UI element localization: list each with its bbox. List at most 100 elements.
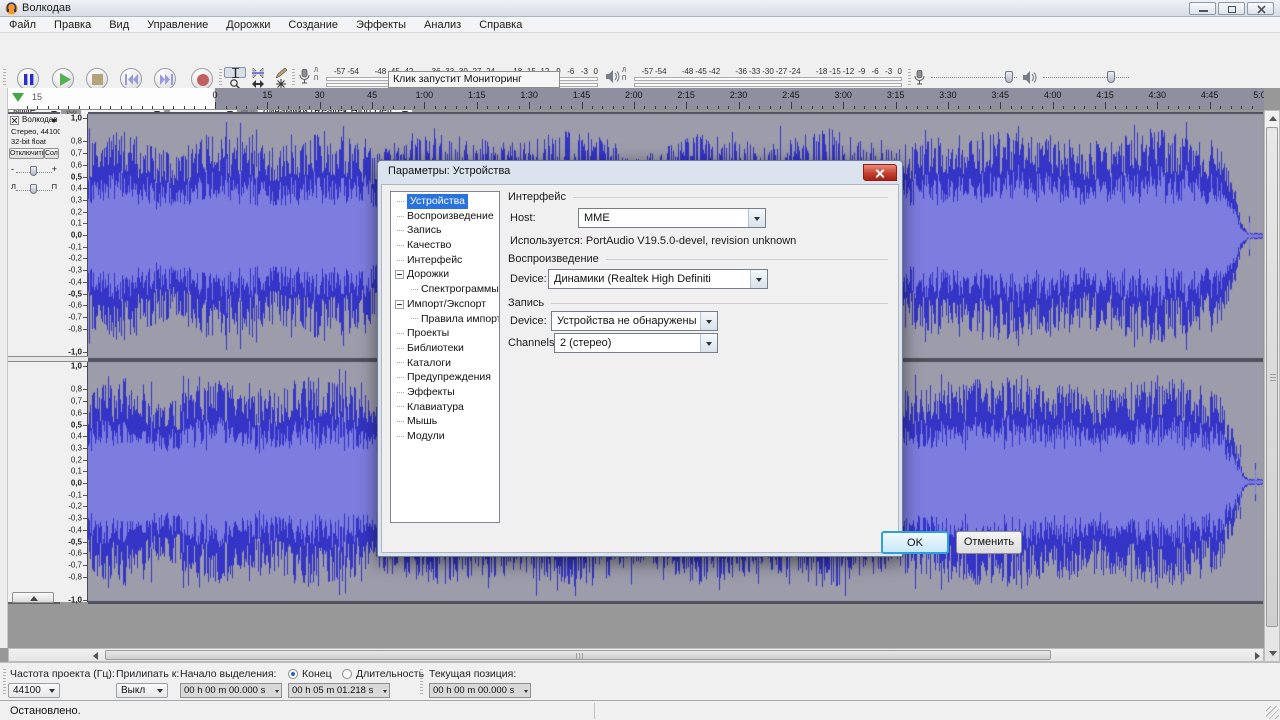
prefs-tree-item-16[interactable]: Модули	[391, 429, 499, 444]
selection-start-field[interactable]: 00 h 00 m 00.000 s	[180, 683, 282, 698]
maximize-button[interactable]	[1218, 2, 1245, 15]
scroll-right-icon[interactable]	[1255, 652, 1260, 660]
cancel-button[interactable]: Отменить	[956, 531, 1022, 554]
prefs-tree-item-9[interactable]: Проекты	[391, 326, 499, 341]
scroll-up-icon[interactable]	[1269, 116, 1277, 121]
playback-volume-slider[interactable]	[1041, 68, 1131, 86]
envelope-tool-button[interactable]	[247, 67, 269, 78]
resize-grip-icon[interactable]	[1266, 706, 1279, 719]
host-dropdown[interactable]: MME	[578, 208, 766, 228]
pause-button[interactable]	[17, 68, 39, 90]
scroll-left-icon[interactable]	[93, 652, 98, 660]
dialog-close-button[interactable]	[863, 164, 897, 181]
recording-device-dropdown[interactable]: Устройства не обнаружены	[551, 311, 718, 331]
menu-item-1[interactable]: Правка	[45, 19, 100, 31]
tree-expander-icon[interactable]	[395, 300, 404, 309]
selection-tool-button[interactable]	[224, 67, 246, 78]
draw-tool-button[interactable]	[270, 67, 292, 78]
track-menu-arrow-icon[interactable]	[51, 119, 57, 123]
vertical-scrollbar-thumb[interactable]	[1266, 127, 1278, 627]
prefs-tree-item-11[interactable]: Каталоги	[391, 356, 499, 371]
playback-meter[interactable]: Л П -57-54-48-45-42-36-33-30-27-24-18-15…	[604, 66, 906, 89]
menu-item-3[interactable]: Управление	[138, 19, 217, 31]
slider-thumb[interactable]	[30, 184, 37, 194]
prefs-tree-item-10[interactable]: Библиотеки	[391, 341, 499, 356]
position-section-grip[interactable]	[420, 669, 423, 695]
tools-toolbar-grip[interactable]	[219, 69, 222, 87]
menu-item-2[interactable]: Вид	[100, 19, 138, 31]
skip-to-start-button[interactable]	[120, 68, 142, 90]
vertical-ruler-right-channel[interactable]: 1,00,80,70,60,50,40,30,20,10,0-0,1-0,2-0…	[60, 362, 88, 602]
horizontal-scrollbar-thumb[interactable]	[105, 650, 1051, 660]
skip-to-end-button[interactable]	[154, 68, 176, 90]
tree-expander-icon[interactable]	[395, 270, 404, 279]
selection-end-field[interactable]: 00 h 05 m 01.218 s	[288, 683, 390, 698]
prefs-tree-item-0[interactable]: Устройства	[391, 194, 499, 209]
menu-item-8[interactable]: Справка	[470, 19, 531, 31]
prefs-tree-item-6[interactable]: Спектрограммы	[391, 282, 499, 297]
timeline-ruler[interactable]: 15 01530451:001:151:301:452:002:152:302:…	[8, 88, 1264, 110]
audacity-logo-icon	[5, 2, 18, 15]
vertical-ruler-label: -0,7	[68, 560, 82, 569]
vertical-scrollbar[interactable]	[1264, 110, 1280, 662]
ok-button[interactable]: OK	[881, 531, 949, 554]
prefs-tree-item-7[interactable]: Импорт/Экспорт	[391, 297, 499, 312]
prefs-tree-item-8[interactable]: Правила импорта	[391, 312, 499, 327]
menu-item-6[interactable]: Эффекты	[347, 19, 415, 31]
selection-end-radio[interactable]	[288, 669, 298, 679]
timeline-tick	[372, 102, 373, 109]
prefs-tree-item-15[interactable]: Мышь	[391, 414, 499, 429]
dropdown-button[interactable]	[750, 270, 767, 288]
current-position-field[interactable]: 00 h 00 m 00.000 s	[429, 683, 531, 698]
recording-channels-dropdown[interactable]: 2 (стерео)	[554, 333, 718, 353]
timeline-tick	[236, 106, 237, 109]
selection-toolbar-grip[interactable]	[3, 669, 6, 695]
close-button[interactable]	[1247, 2, 1274, 15]
slider-thumb[interactable]	[1107, 71, 1115, 83]
prefs-tree-item-4[interactable]: Интерфейс	[391, 253, 499, 268]
track-collapse-button[interactable]	[12, 592, 54, 603]
scroll-down-icon[interactable]	[1269, 651, 1277, 656]
selection-length-radio-label[interactable]: Длительность	[356, 668, 424, 680]
track-gain-slider[interactable]	[16, 164, 52, 178]
prefs-tree-item-14[interactable]: Клавиатура	[391, 400, 499, 415]
record-button[interactable]	[191, 68, 213, 90]
track-close-button[interactable]	[10, 116, 19, 125]
menu-item-7[interactable]: Анализ	[415, 19, 470, 31]
play-button[interactable]	[52, 68, 74, 90]
prefs-tree-item-1[interactable]: Воспроизведение	[391, 209, 499, 224]
audacity-window: { "titlebar": {"title": "Волкодав"}, "me…	[0, 0, 1280, 720]
prefs-tree-item-12[interactable]: Предупреждения	[391, 370, 499, 385]
timeline-tick	[864, 106, 865, 109]
minimize-button[interactable]	[1189, 2, 1216, 15]
menu-item-4[interactable]: Дорожки	[217, 19, 279, 31]
project-rate-select[interactable]: 44100	[8, 683, 60, 698]
menu-item-0[interactable]: Файл	[0, 19, 45, 31]
dropdown-button[interactable]	[700, 312, 717, 330]
snap-to-select[interactable]: Выкл	[116, 683, 168, 698]
track-solo-button[interactable]: Соло	[44, 148, 59, 159]
track-mute-button[interactable]: Отключить звук	[9, 148, 44, 159]
prefs-tree-item-5[interactable]: Дорожки	[391, 267, 499, 282]
track-pan-slider[interactable]	[16, 182, 52, 196]
menu-item-5[interactable]: Создание	[279, 19, 347, 31]
vertical-ruler-left-channel[interactable]: 1,00,80,70,60,50,40,30,20,10,0-0,1-0,2-0…	[60, 114, 88, 356]
recording-volume-slider[interactable]	[929, 68, 1019, 86]
microphone-icon	[298, 69, 311, 84]
selection-length-radio[interactable]	[342, 669, 352, 679]
dropdown-button[interactable]	[748, 209, 765, 227]
playback-device-dropdown[interactable]: Динамики (Realtek High Definiti	[548, 269, 768, 289]
prefs-tree-item-3[interactable]: Качество	[391, 238, 499, 253]
horizontal-scrollbar[interactable]	[8, 648, 1264, 662]
selection-end-radio-label[interactable]: Конец	[302, 668, 332, 680]
dropdown-button[interactable]	[700, 334, 717, 352]
slider-thumb[interactable]	[30, 166, 37, 176]
playhead-marker-icon[interactable]	[12, 93, 24, 102]
recording-meter-grip[interactable]	[292, 69, 295, 87]
prefs-tree-item-13[interactable]: Эффекты	[391, 385, 499, 400]
slider-thumb[interactable]	[1005, 71, 1013, 83]
mixer-toolbar-grip[interactable]	[908, 69, 911, 87]
transport-toolbar-grip[interactable]	[3, 69, 6, 87]
prefs-tree-item-2[interactable]: Запись	[391, 223, 499, 238]
stop-button[interactable]	[86, 68, 108, 90]
